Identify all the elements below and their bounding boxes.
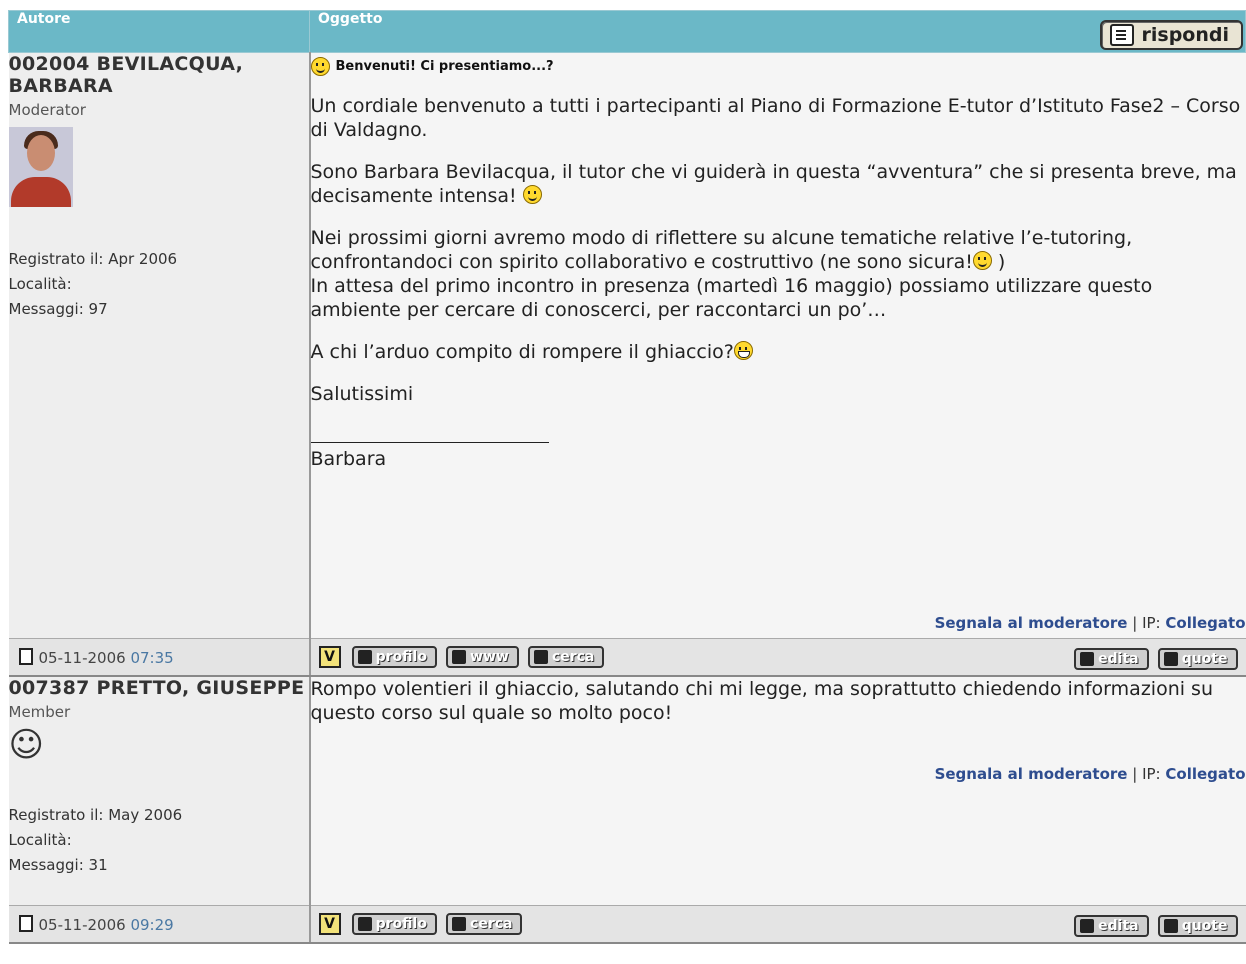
top-strip (0, 0, 1246, 10)
smiley-icon (310, 57, 330, 76)
post-subject: Benvenuti! Ci presentiamo...? (310, 57, 1246, 76)
author-location: Località: (8, 831, 72, 849)
post-time: 07:35 (130, 648, 174, 667)
www-button[interactable]: www (446, 646, 519, 668)
post-body: Benvenuti! Ci presentiamo...? Un cordial… (309, 52, 1246, 639)
profile-icon (357, 650, 372, 664)
quote-icon (1163, 919, 1178, 933)
post-page-icon (18, 914, 33, 932)
report-line: Segnala al moderatore | IP: Collegato (934, 765, 1246, 783)
ip-label: IP: (1142, 765, 1161, 783)
profile-button[interactable]: profilo (351, 646, 437, 668)
post-subject-text: Benvenuti! Ci presentiamo...? (335, 59, 554, 74)
profile-icon (357, 917, 372, 931)
author-name[interactable]: 002004 BEVILACQUA, BARBARA (9, 53, 309, 97)
report-link[interactable]: Segnala al moderatore (935, 765, 1128, 783)
reply-label: rispondi (1141, 24, 1230, 46)
search-icon (533, 650, 548, 664)
post-date: 05-11-2006 07:35 (8, 638, 311, 677)
rank-icon: ☺ (8, 725, 44, 765)
reply-icon (1109, 24, 1134, 46)
header-oggetto: Oggetto rispondi (309, 10, 1246, 53)
home-icon (452, 650, 467, 664)
post-paragraph: Rompo volentieri il ghiaccio, salutando … (310, 678, 1214, 724)
header-oggetto-label: Oggetto (318, 11, 383, 27)
author-registered: Registrato il: May 2006 (8, 806, 183, 824)
author-location: Località: (8, 275, 72, 293)
smiley-icon (972, 251, 992, 270)
quote-button[interactable]: quote (1157, 648, 1238, 670)
v-button[interactable]: V (318, 913, 341, 935)
signature: Barbara (310, 442, 549, 471)
post-date: 05-11-2006 09:29 (8, 905, 311, 944)
ip-label: IP: (1142, 614, 1161, 632)
post-actions: V profilo cerca edita quote (309, 905, 1246, 944)
post-paragraph: A chi l’arduo compito di rompere il ghia… (311, 340, 1246, 364)
report-line: Segnala al moderatore | IP: Collegato (934, 614, 1246, 632)
post-paragraph: Sono Barbara Bevilacqua, il tutor che vi… (310, 161, 1237, 207)
author-panel: 007387 PRETTO, GIUSEPPE Member ☺ Registr… (8, 676, 311, 906)
edit-button[interactable]: edita (1074, 915, 1149, 937)
profile-button[interactable]: profilo (351, 913, 437, 935)
author-rank: Member (8, 703, 71, 721)
post-paragraph: Nei prossimi giorni avremo modo di rifle… (310, 227, 1133, 273)
author-messages: Messaggi: 97 (8, 300, 108, 318)
search-icon (452, 917, 467, 931)
header-autore: Autore (8, 10, 310, 53)
v-button[interactable]: V (318, 646, 341, 668)
author-messages: Messaggi: 31 (8, 856, 108, 874)
post-text: Rompo volentieri il ghiaccio, salutando … (311, 677, 1246, 725)
post-body: Rompo volentieri il ghiaccio, salutando … (309, 676, 1246, 906)
post-paragraph: Un cordiale benvenuto a tutti i partecip… (310, 95, 1241, 141)
reply-button[interactable]: rispondi (1099, 20, 1243, 50)
post-footer-row: 05-11-2006 07:35 V profilo www cerca edi… (8, 638, 1246, 677)
report-link[interactable]: Segnala al moderatore (935, 614, 1128, 632)
quote-icon (1163, 652, 1178, 666)
forum-thread-table: Autore Oggetto rispondi 002004 BEVILACQU… (8, 10, 1246, 944)
post-paragraph: Salutissimi (310, 383, 414, 405)
edit-icon (1080, 919, 1095, 933)
author-panel: 002004 BEVILACQUA, BARBARA Moderator Reg… (8, 52, 311, 639)
edit-icon (1080, 652, 1095, 666)
avatar (8, 127, 73, 207)
author-name[interactable]: 007387 PRETTO, GIUSEPPE (9, 677, 309, 699)
post-page-icon (18, 647, 33, 665)
post-row: 007387 PRETTO, GIUSEPPE Member ☺ Registr… (8, 676, 1246, 906)
search-button[interactable]: cerca (527, 646, 605, 668)
post-time: 09:29 (130, 915, 174, 934)
post-paragraph: In attesa del primo incontro in presenza… (310, 275, 1153, 321)
table-header: Autore Oggetto rispondi (8, 10, 1246, 53)
post-text: Un cordiale benvenuto a tutti i partecip… (310, 94, 1246, 471)
smiley-icon (522, 185, 542, 204)
ip-link[interactable]: Collegato (1165, 765, 1245, 783)
ip-link[interactable]: Collegato (1165, 614, 1245, 632)
grin-icon (733, 341, 753, 360)
search-button[interactable]: cerca (446, 913, 523, 935)
author-rank: Moderator (8, 101, 86, 119)
post-actions: V profilo www cerca edita quote (309, 638, 1246, 677)
post-footer-row: 05-11-2006 09:29 V profilo cerca edita q… (8, 905, 1246, 944)
quote-button[interactable]: quote (1157, 915, 1238, 937)
post-row: 002004 BEVILACQUA, BARBARA Moderator Reg… (8, 52, 1246, 639)
author-registered: Registrato il: Apr 2006 (8, 250, 178, 268)
edit-button[interactable]: edita (1074, 648, 1149, 670)
